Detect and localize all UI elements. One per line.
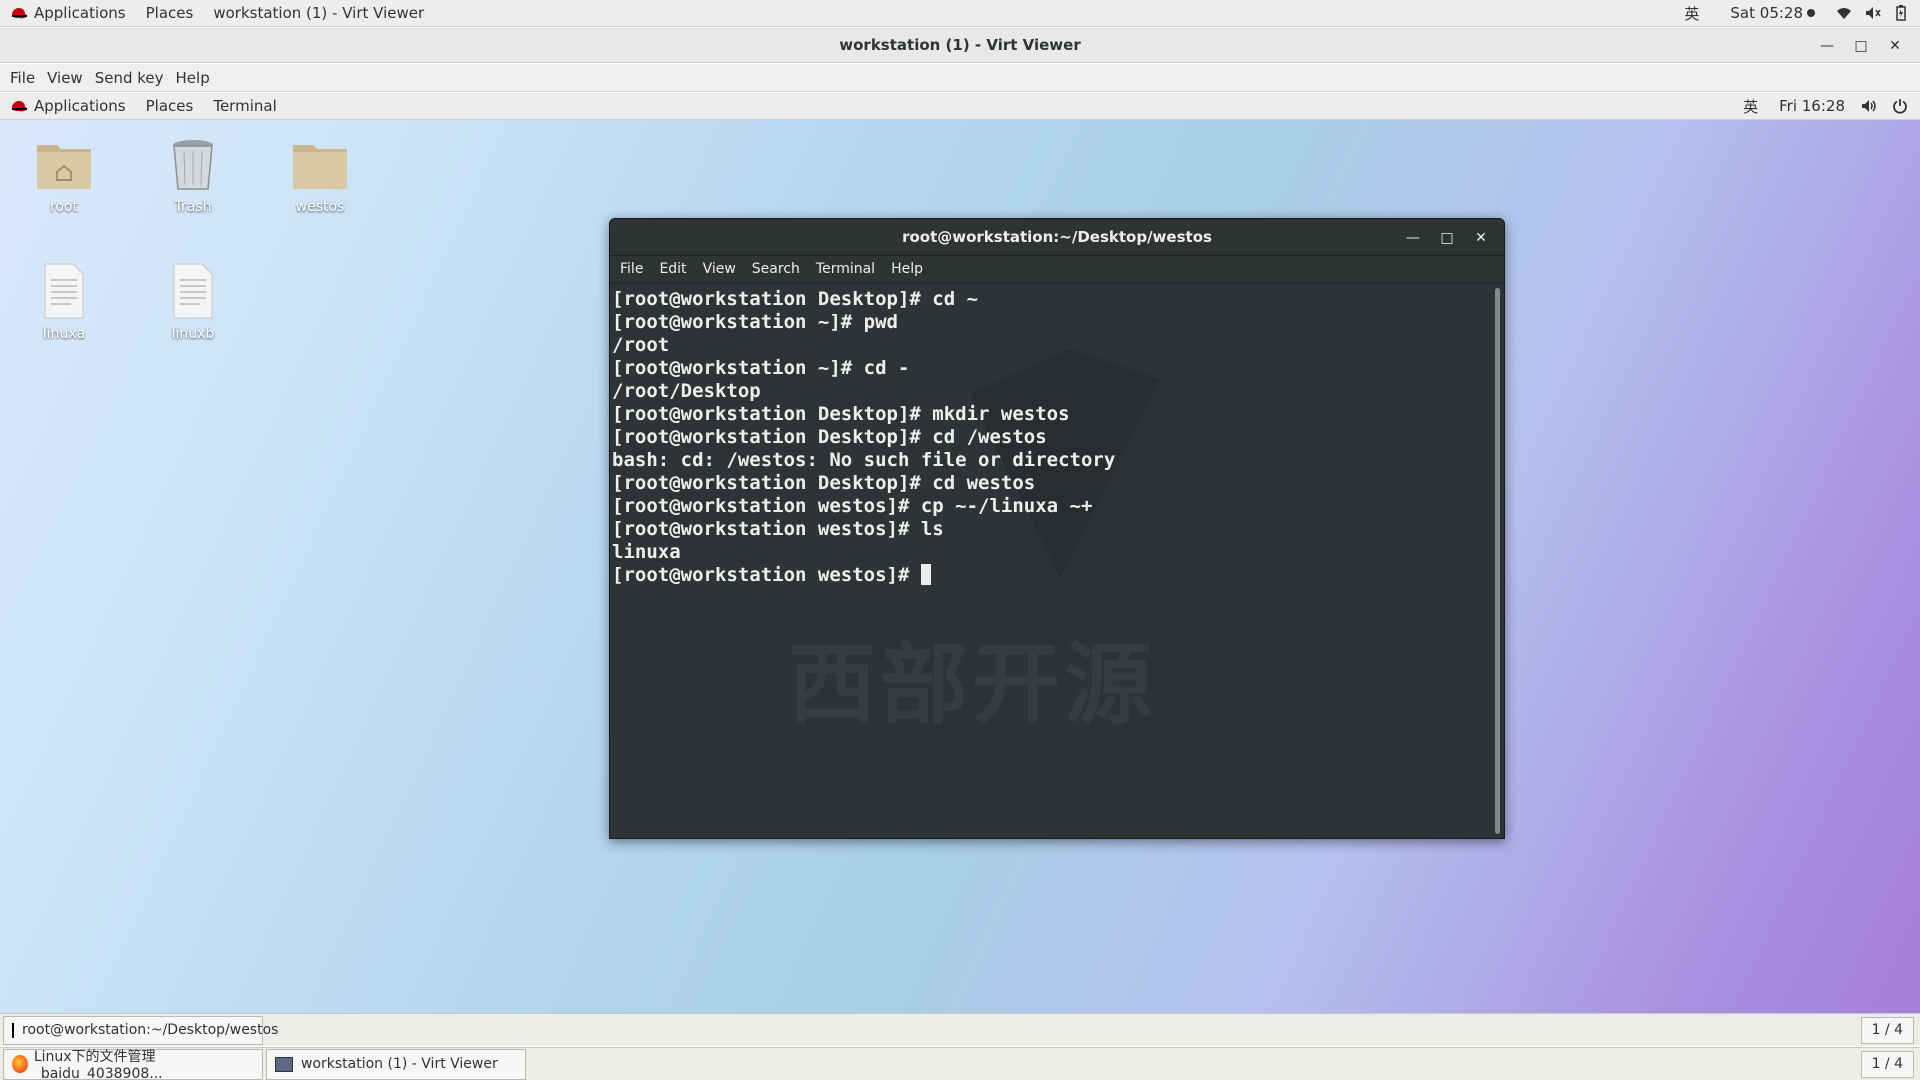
desktop-icon-linuxa[interactable]: linuxa xyxy=(9,262,119,342)
guest-volume-icon[interactable] xyxy=(1857,93,1883,120)
desktop-icon-trash[interactable]: Trash xyxy=(138,135,248,215)
terminal-line: [root@workstation Desktop]# cd westos xyxy=(612,472,1036,494)
host-clock[interactable]: Sat 05:28 xyxy=(1708,0,1827,27)
host-clock-text: Sat 05:28 xyxy=(1730,4,1803,22)
guest-top-panel: Applications Places Terminal 英 Fri 16:28 xyxy=(0,93,1920,120)
terminal-output-area[interactable]: 西部开源 [root@workstation Desktop]# cd ~[ro… xyxy=(610,284,1504,838)
terminal-line: [root@workstation ~]# cd - xyxy=(612,357,910,379)
terminal-cursor xyxy=(920,564,931,585)
minimize-button[interactable]: — xyxy=(1810,32,1844,60)
desktop-icon-label: linuxa xyxy=(42,326,86,342)
guest-clock[interactable]: Fri 16:28 xyxy=(1767,93,1857,120)
terminal-line: [root@workstation Desktop]# cd ~ xyxy=(612,288,979,310)
host-input-method[interactable]: 英 xyxy=(1675,0,1708,27)
guest-applications-menu[interactable]: Applications xyxy=(0,93,136,120)
terminal-line: /root xyxy=(612,334,670,356)
wifi-icon[interactable] xyxy=(1827,0,1861,27)
terminal-titlebar[interactable]: root@workstation:~/Desktop/westos — □ ✕ xyxy=(610,219,1504,256)
terminal-title: root@workstation:~/Desktop/westos xyxy=(902,228,1212,246)
host-window-label[interactable]: workstation (1) - Virt Viewer xyxy=(203,0,434,27)
desktop-icon-root[interactable]: root xyxy=(9,135,119,215)
terminal-line: /root/Desktop xyxy=(612,380,761,402)
guest-terminal-menu[interactable]: Terminal xyxy=(203,93,286,120)
host-volume-icon[interactable] xyxy=(1861,0,1887,27)
terminal-menu-file[interactable]: File xyxy=(612,261,651,277)
terminal-close-button[interactable]: ✕ xyxy=(1464,224,1498,252)
power-icon[interactable] xyxy=(1883,93,1920,120)
vv-menu-view[interactable]: View xyxy=(41,69,89,87)
guest-taskbar: root@workstation:~/Desktop/westos 1 / 4 xyxy=(0,1013,1920,1046)
battery-icon[interactable] xyxy=(1887,0,1920,27)
desktop-icon-label: root xyxy=(49,199,79,215)
guest-display[interactable]: Applications Places Terminal 英 Fri 16:28… xyxy=(0,93,1920,1013)
terminal-menu-terminal[interactable]: Terminal xyxy=(808,261,883,277)
host-taskbar: Linux下的文件管理_baidu_4038908... workstation… xyxy=(0,1047,1920,1080)
terminal-menu-view[interactable]: View xyxy=(695,261,744,277)
home-folder-icon xyxy=(37,145,91,189)
desktop-icon-label: linuxb xyxy=(171,326,215,342)
terminal-minimize-button[interactable]: — xyxy=(1396,224,1430,252)
desktop-icon-label: westos xyxy=(295,199,345,215)
host-task-virt-viewer[interactable]: workstation (1) - Virt Viewer xyxy=(266,1048,526,1080)
terminal-scrollbar[interactable] xyxy=(1495,288,1500,834)
virt-viewer-titlebar: workstation (1) - Virt Viewer — □ ✕ xyxy=(0,28,1920,63)
terminal-line: [root@workstation Desktop]# mkdir westos xyxy=(612,403,1070,425)
virt-viewer-title: workstation (1) - Virt Viewer xyxy=(839,36,1081,54)
terminal-prompt-line: [root@workstation westos]# xyxy=(612,564,1115,587)
terminal-icon xyxy=(12,1022,14,1038)
vv-menu-file[interactable]: File xyxy=(4,69,41,87)
firefox-icon xyxy=(12,1055,28,1073)
terminal-line: [root@workstation Desktop]# cd /westos xyxy=(612,426,1047,448)
terminal-line: linuxa xyxy=(612,541,681,563)
guest-applications-label: Applications xyxy=(34,97,126,115)
virt-viewer-menubar: File View Send key Help xyxy=(0,64,1920,92)
folder-icon xyxy=(293,145,347,189)
vv-menu-send-key[interactable]: Send key xyxy=(89,69,170,87)
terminal-menubar: File Edit View Search Terminal Help xyxy=(610,256,1504,283)
terminal-line: [root@workstation westos]# cp ~-/linuxa … xyxy=(612,495,1093,517)
terminal-line: bash: cd: /westos: No such file or direc… xyxy=(612,449,1116,471)
host-task-firefox[interactable]: Linux下的文件管理_baidu_4038908... xyxy=(3,1048,263,1080)
notification-dot-icon xyxy=(1807,9,1815,17)
desktop-icon-label: Trash xyxy=(174,199,212,215)
terminal-prompt: [root@workstation westos]# xyxy=(612,564,921,586)
host-applications-menu[interactable]: Applications xyxy=(0,0,136,27)
terminal-text: [root@workstation Desktop]# cd ~ [root@wo… xyxy=(612,288,1115,587)
terminal-menu-search[interactable]: Search xyxy=(744,261,808,277)
terminal-window[interactable]: root@workstation:~/Desktop/westos — □ ✕ … xyxy=(609,218,1505,839)
host-applications-label: Applications xyxy=(34,4,126,22)
maximize-button[interactable]: □ xyxy=(1844,32,1878,60)
trash-icon xyxy=(173,140,213,190)
terminal-menu-edit[interactable]: Edit xyxy=(651,261,694,277)
text-file-icon xyxy=(44,263,84,319)
desktop-icon-westos[interactable]: westos xyxy=(265,135,375,215)
guest-task-terminal[interactable]: root@workstation:~/Desktop/westos xyxy=(3,1015,278,1045)
vv-menu-help[interactable]: Help xyxy=(170,69,216,87)
guest-task-label: root@workstation:~/Desktop/westos xyxy=(22,1022,279,1038)
guest-workspace-pager[interactable]: 1 / 4 xyxy=(1860,1016,1914,1044)
guest-input-method[interactable]: 英 xyxy=(1734,93,1767,120)
close-button[interactable]: ✕ xyxy=(1878,32,1912,60)
redhat-logo-icon xyxy=(11,8,27,19)
terminal-menu-help[interactable]: Help xyxy=(883,261,931,277)
host-places-menu[interactable]: Places xyxy=(136,0,204,27)
redhat-logo-icon xyxy=(11,101,27,112)
host-workspace-pager[interactable]: 1 / 4 xyxy=(1860,1050,1914,1078)
host-task1-label: Linux下的文件管理_baidu_4038908... xyxy=(33,1049,163,1080)
desktop-icon-linuxb[interactable]: linuxb xyxy=(138,262,248,342)
text-file-icon xyxy=(173,263,213,319)
terminal-maximize-button[interactable]: □ xyxy=(1430,224,1464,252)
host-task2-label: workstation (1) - Virt Viewer xyxy=(301,1056,498,1072)
guest-places-menu[interactable]: Places xyxy=(136,93,204,120)
terminal-line: [root@workstation ~]# pwd xyxy=(612,311,898,333)
terminal-line: [root@workstation westos]# ls xyxy=(612,518,944,540)
host-top-panel: Applications Places workstation (1) - Vi… xyxy=(0,0,1920,27)
virt-viewer-icon xyxy=(275,1056,293,1072)
watermark-text: 西部开源 xyxy=(788,614,1156,741)
